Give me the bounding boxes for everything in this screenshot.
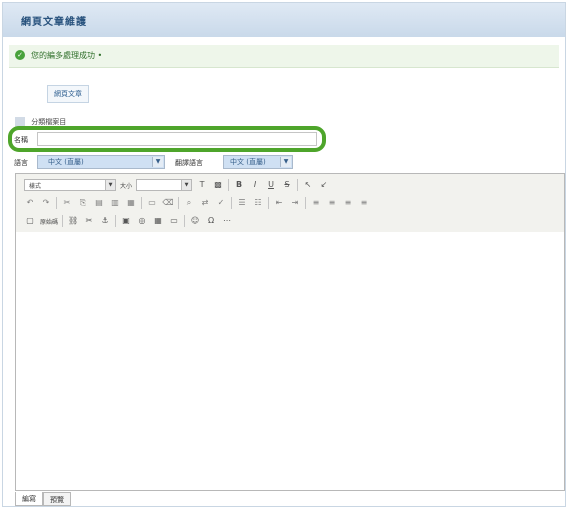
underline-icon[interactable]: U — [265, 179, 277, 191]
outdent-icon[interactable]: ⇤ — [273, 197, 285, 209]
strikethrough-icon[interactable]: S — [281, 179, 293, 191]
page-title: 網頁文章維護 — [21, 17, 87, 28]
subscript-icon[interactable]: ↖ — [302, 179, 314, 191]
redo-icon[interactable]: ↷ — [40, 197, 52, 209]
font-size-dropdown[interactable]: ▼ — [136, 179, 193, 191]
toolbar-row-3: ▢ 原始碼 ⛓ ✂ ⚓ ▣ ◎ ▦ ▭ ☺ Ω ⋯ — [24, 214, 233, 228]
cut-icon[interactable]: ✂ — [61, 197, 73, 209]
source-icon[interactable]: ▢ — [24, 215, 36, 227]
size-label: 大小 — [120, 182, 133, 190]
align-left-icon[interactable]: ≡ — [310, 197, 322, 209]
copy-icon[interactable]: ⎘ — [77, 197, 89, 209]
source-button-label[interactable]: 原始碼 — [40, 217, 58, 226]
toolbar-separator — [305, 197, 306, 209]
page-break-icon[interactable]: ⋯ — [221, 215, 233, 227]
translation-language-select[interactable]: 中文 (直屬) ▼ — [223, 155, 293, 169]
format-label: 樣式 — [29, 182, 42, 190]
translation-language-value: 中文 (直屬) — [230, 158, 266, 166]
special-char-icon[interactable]: Ω — [205, 215, 217, 227]
replace-icon[interactable]: ⇄ — [199, 197, 211, 209]
toolbar-separator — [56, 197, 57, 209]
bold-icon[interactable]: B — [233, 179, 245, 191]
image-icon[interactable]: ▣ — [120, 215, 132, 227]
toolbar-separator — [268, 197, 269, 209]
paste-icon[interactable]: ▤ — [93, 197, 105, 209]
category-label: 分類檔案目 — [31, 118, 67, 126]
toolbar-separator — [228, 179, 230, 191]
spellcheck-icon[interactable]: ✓ — [215, 197, 227, 209]
title-bar: 網頁文章維護 — [3, 3, 565, 37]
toolbar-separator — [297, 179, 299, 191]
toolbar-separator — [141, 197, 142, 209]
toolbar-separator — [231, 197, 232, 209]
background-color-icon[interactable]: ▩ — [212, 179, 224, 191]
rich-text-editor: 樣式 ▼ 大小 ▼ T ▩ B I U S ↖ ↙ ↶ ↷ ✂ ⎘ ▤ ▥ ▦ … — [15, 173, 565, 491]
anchor-icon[interactable]: ⚓ — [99, 215, 111, 227]
tab-article[interactable]: 網頁文章 — [47, 85, 89, 103]
unordered-list-icon[interactable]: ☷ — [252, 197, 264, 209]
indent-icon[interactable]: ⇥ — [289, 197, 301, 209]
editor-mode-tabs: 編寫 預覽 — [15, 492, 71, 506]
toolbar-row-2: ↶ ↷ ✂ ⎘ ▤ ▥ ▦ ▭ ⌫ ⌕ ⇄ ✓ ☰ ☷ ⇤ ⇥ ≡ ≡ ≡ ≡ — [24, 196, 370, 210]
italic-icon[interactable]: I — [249, 179, 261, 191]
editor-content-area[interactable] — [16, 232, 564, 490]
editor-toolbar: 樣式 ▼ 大小 ▼ T ▩ B I U S ↖ ↙ ↶ ↷ ✂ ⎘ ▤ ▥ ▦ … — [16, 174, 564, 233]
tab-edit[interactable]: 編寫 — [15, 492, 43, 506]
horizontal-rule-icon[interactable]: ▭ — [168, 215, 180, 227]
translation-language-label: 翻譯語言 — [175, 159, 203, 167]
language-select[interactable]: 中文 (直屬) ▼ — [37, 155, 165, 169]
paste-word-icon[interactable]: ▦ — [125, 197, 137, 209]
flash-icon[interactable]: ◎ — [136, 215, 148, 227]
language-value: 中文 (直屬) — [48, 158, 84, 166]
article-editor-window: 網頁文章維護 ✓ 您的編多處理成功 • 網頁文章 分類檔案目 名稱 語言 中文 … — [2, 2, 566, 507]
paste-text-icon[interactable]: ▥ — [109, 197, 121, 209]
eraser-icon[interactable]: ⌫ — [162, 197, 174, 209]
format-dropdown[interactable]: 樣式 ▼ — [24, 179, 116, 191]
check-circle-icon: ✓ — [15, 50, 25, 60]
table-icon[interactable]: ▦ — [152, 215, 164, 227]
focus-highlight-ring — [8, 126, 326, 152]
align-justify-icon[interactable]: ≡ — [358, 197, 370, 209]
text-color-icon[interactable]: T — [196, 179, 208, 191]
find-icon[interactable]: ⌕ — [183, 197, 195, 209]
tab-preview[interactable]: 預覽 — [43, 492, 71, 506]
select-all-icon[interactable]: ▭ — [146, 197, 158, 209]
undo-icon[interactable]: ↶ — [24, 197, 36, 209]
align-right-icon[interactable]: ≡ — [342, 197, 354, 209]
superscript-icon[interactable]: ↙ — [318, 179, 330, 191]
language-label: 語言 — [14, 159, 28, 167]
chevron-down-icon: ▼ — [280, 157, 291, 167]
success-notice: ✓ 您的編多處理成功 • — [9, 45, 559, 68]
toolbar-separator — [62, 215, 64, 227]
ordered-list-icon[interactable]: ☰ — [236, 197, 248, 209]
chevron-down-icon: ▼ — [105, 180, 115, 190]
smiley-icon[interactable]: ☺ — [189, 215, 201, 227]
align-center-icon[interactable]: ≡ — [326, 197, 338, 209]
unlink-icon[interactable]: ✂ — [83, 215, 95, 227]
chevron-down-icon: ▼ — [152, 157, 163, 167]
toolbar-row-1: 樣式 ▼ 大小 ▼ T ▩ B I U S ↖ ↙ — [24, 178, 330, 192]
chevron-down-icon: ▼ — [181, 180, 192, 190]
toolbar-separator — [178, 197, 179, 209]
toolbar-separator — [115, 215, 117, 227]
link-icon[interactable]: ⛓ — [67, 215, 79, 227]
toolbar-separator — [184, 215, 186, 227]
notice-message: 您的編多處理成功 • — [31, 51, 103, 60]
